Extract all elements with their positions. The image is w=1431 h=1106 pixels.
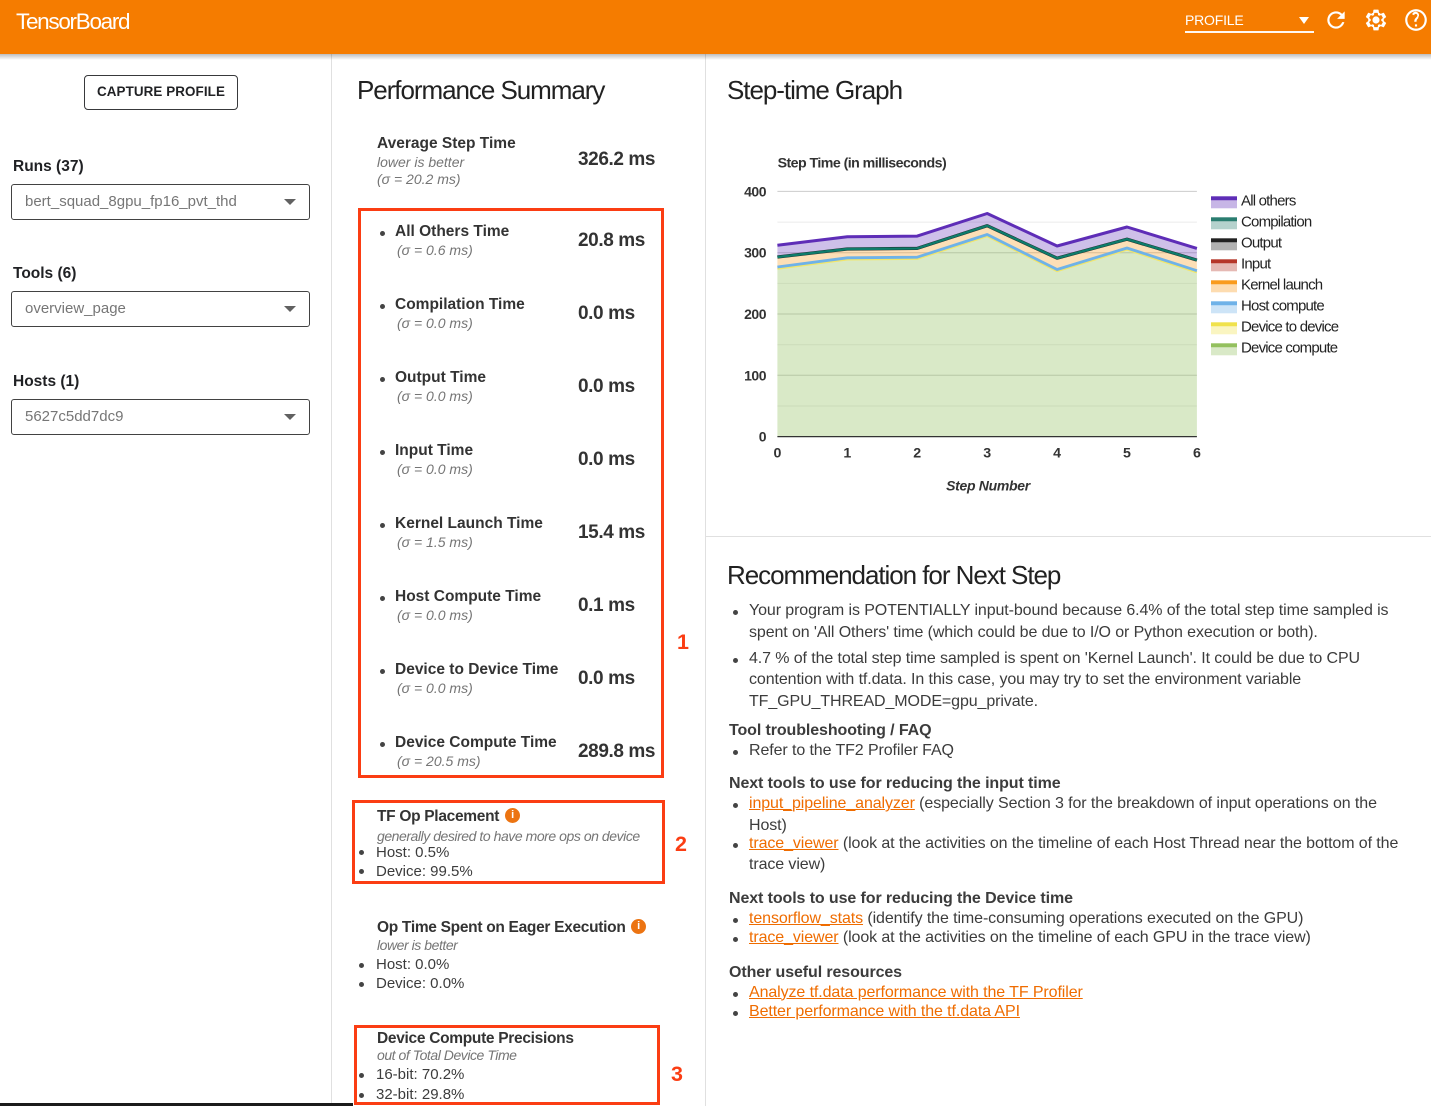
svg-text:Step Number: Step Number bbox=[946, 478, 1032, 494]
svg-text:300: 300 bbox=[744, 245, 767, 261]
svg-text:Step Time (in milliseconds): Step Time (in milliseconds) bbox=[778, 156, 947, 172]
svg-text:2: 2 bbox=[913, 445, 921, 461]
svg-text:Kernel launch: Kernel launch bbox=[1241, 276, 1323, 293]
svg-text:Output: Output bbox=[1241, 234, 1283, 251]
svg-text:6: 6 bbox=[1193, 445, 1201, 461]
svg-text:0: 0 bbox=[759, 429, 767, 445]
svg-text:Device to device: Device to device bbox=[1241, 318, 1339, 335]
svg-text:Input: Input bbox=[1241, 255, 1272, 272]
svg-text:1: 1 bbox=[843, 445, 851, 461]
svg-text:100: 100 bbox=[744, 367, 767, 383]
svg-text:200: 200 bbox=[744, 306, 767, 322]
svg-text:All others: All others bbox=[1241, 192, 1296, 209]
svg-text:3: 3 bbox=[983, 445, 991, 461]
svg-text:Compilation: Compilation bbox=[1241, 213, 1312, 230]
svg-text:4: 4 bbox=[1053, 445, 1061, 461]
svg-text:Device compute: Device compute bbox=[1241, 339, 1338, 356]
svg-text:Host compute: Host compute bbox=[1241, 297, 1324, 314]
svg-text:0: 0 bbox=[773, 445, 781, 461]
svg-text:400: 400 bbox=[744, 183, 767, 199]
svg-text:5: 5 bbox=[1123, 445, 1131, 461]
